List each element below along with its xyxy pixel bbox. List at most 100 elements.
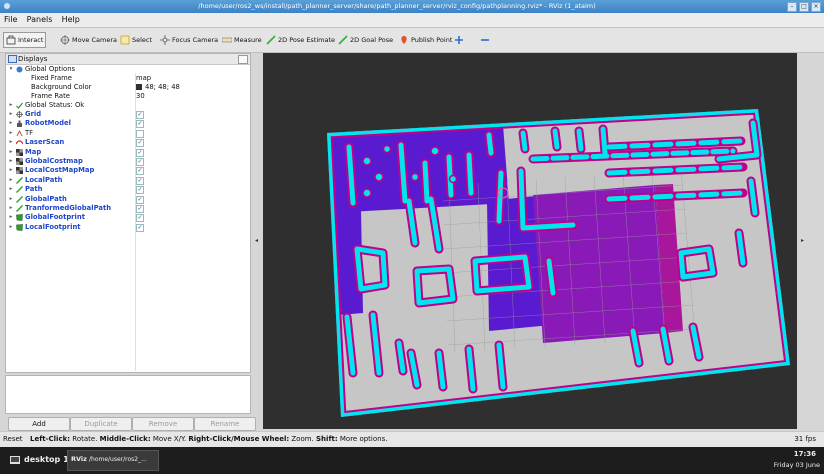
display-item-row[interactable]: ▸ LocalPath ✓ <box>6 176 250 185</box>
move-camera-icon <box>60 35 70 45</box>
right-splitter[interactable]: ▸ <box>797 53 824 429</box>
tool-measure[interactable]: Measure <box>222 33 262 47</box>
expand-arrow-icon[interactable]: ▸ <box>8 176 14 185</box>
display-enable-checkbox[interactable]: ✓ <box>136 214 144 223</box>
collapse-arrow-icon[interactable]: ▾ <box>8 65 14 74</box>
remove-button[interactable]: Remove <box>132 417 194 431</box>
desktop-label[interactable]: desktop 1 <box>24 455 69 464</box>
menu-file[interactable]: File <box>4 15 17 24</box>
global-options-label: Global Options <box>25 65 76 73</box>
hint-segment: More options. <box>337 435 388 443</box>
frame-rate-row[interactable]: Frame Rate 30 <box>6 92 250 101</box>
display-item-row[interactable]: ▸ TranformedGlobalPath ✓ <box>6 204 250 213</box>
displays-header: Displays <box>6 54 250 65</box>
display-enable-checkbox[interactable]: ✓ <box>136 139 144 148</box>
tree-row-global-options[interactable]: ▾ Global Options <box>6 65 250 74</box>
display-enable-checkbox[interactable]: ✓ <box>136 148 144 157</box>
expand-arrow-icon[interactable]: ▸ <box>8 195 14 204</box>
display-item-name: LocalCostMapMap <box>25 166 95 175</box>
background-color-row[interactable]: Background Color 48; 48; 48 <box>6 83 250 92</box>
display-enable-checkbox[interactable]: ✓ <box>136 186 144 195</box>
expand-arrow-icon[interactable]: ▸ <box>8 129 14 138</box>
menu-bar: File Panels Help <box>0 13 824 28</box>
background-color-label: Background Color <box>31 83 92 91</box>
close-icon[interactable]: × <box>811 2 821 12</box>
goal-pose-icon <box>338 35 348 45</box>
add-button[interactable]: Add <box>8 417 70 431</box>
expand-arrow-icon[interactable]: ▸ <box>8 110 14 119</box>
expand-arrow-icon[interactable]: ▸ <box>8 101 14 110</box>
tool-move-camera[interactable]: Move Camera <box>60 33 117 47</box>
expand-arrow-icon[interactable]: ▸ <box>8 213 14 222</box>
display-enable-checkbox[interactable] <box>136 129 144 138</box>
display-item-name: Path <box>25 185 43 194</box>
display-item-row[interactable]: ▸ LaserScan ✓ <box>6 138 250 148</box>
tool-2d-pose-estimate[interactable]: 2D Pose Estimate <box>266 33 335 47</box>
tool-interact[interactable]: Interact <box>3 32 47 48</box>
display-item-row[interactable]: ▸ Grid ✓ <box>6 110 250 119</box>
reset-button[interactable]: Reset <box>3 435 23 443</box>
rename-button[interactable]: Rename <box>194 417 256 431</box>
hint-segment: Middle-Click: <box>99 435 151 443</box>
expand-arrow-icon[interactable]: ▸ <box>8 185 14 194</box>
display-item-row[interactable]: ▸ Map ✓ <box>6 148 250 157</box>
costmap-view[interactable] <box>263 53 797 429</box>
fixed-frame-row[interactable]: Fixed Frame map <box>6 74 250 83</box>
float-panel-icon[interactable] <box>238 55 248 64</box>
display-item-row[interactable]: ▸ GlobalPath ✓ <box>6 195 250 204</box>
expand-arrow-icon[interactable]: ▸ <box>8 204 14 213</box>
tool-select[interactable]: Select <box>120 33 152 47</box>
display-enable-checkbox[interactable]: ✓ <box>136 223 144 232</box>
maximize-icon[interactable]: □ <box>799 2 809 12</box>
display-enable-checkbox[interactable]: ✓ <box>136 158 144 166</box>
expand-arrow-icon[interactable]: ▸ <box>8 166 14 175</box>
displays-title: Displays <box>18 55 48 63</box>
tool-publish-point[interactable]: Publish Point <box>399 33 452 47</box>
duplicate-button[interactable]: Duplicate <box>70 417 132 431</box>
display-item-name: Map <box>25 147 42 156</box>
display-enable-checkbox[interactable]: ✓ <box>136 205 144 213</box>
display-item-name: LocalFootprint <box>25 222 81 231</box>
menu-panels[interactable]: Panels <box>27 15 53 24</box>
taskbar-rviz-item[interactable]: RViz /home/user/ros2_... <box>67 450 159 471</box>
tf-icon <box>16 129 23 136</box>
rviz-logo-icon: RViz <box>71 455 87 463</box>
window-title-bar[interactable]: /home/user/ros2_ws/install/path_planner_… <box>0 0 824 13</box>
panel-splitter[interactable]: ◂ <box>254 53 262 429</box>
display-enable-checkbox[interactable]: ✓ <box>136 167 144 176</box>
expand-arrow-icon[interactable]: ▸ <box>8 119 14 128</box>
render-viewport[interactable] <box>263 53 797 429</box>
tool-focus-camera[interactable]: Focus Camera <box>160 33 218 47</box>
path-icon <box>16 186 23 194</box>
display-item-row[interactable]: ▸ LocalCostMapMap ✓ <box>6 166 250 176</box>
display-item-row[interactable]: ▸ GlobalFootprint ✓ <box>6 213 250 223</box>
collapse-right-icon[interactable]: ▸ <box>801 237 804 244</box>
expand-arrow-icon[interactable]: ▸ <box>8 138 14 147</box>
tool-2d-goal-pose[interactable]: 2D Goal Pose <box>338 33 393 47</box>
minimize-icon[interactable]: – <box>787 2 797 12</box>
display-enable-checkbox[interactable]: ✓ <box>136 176 144 185</box>
display-item-row[interactable]: ▸ RobotModel ✓ <box>6 119 250 129</box>
display-enable-checkbox[interactable]: ✓ <box>136 120 144 129</box>
select-icon <box>120 35 130 45</box>
display-item-row[interactable]: ▸ Path ✓ <box>6 185 250 195</box>
add-tool-button[interactable] <box>454 33 464 47</box>
fixed-frame-value[interactable]: map <box>136 74 151 83</box>
interaction-hint: Left-Click: Rotate. Middle-Click: Move X… <box>30 435 387 443</box>
background-color-value[interactable]: 48; 48; 48 <box>136 83 180 92</box>
tree-row-global-status[interactable]: ▸ Global Status: Ok <box>6 101 250 110</box>
remove-tool-button[interactable] <box>480 33 490 47</box>
menu-help[interactable]: Help <box>62 15 80 24</box>
display-item-row[interactable]: ▸ GlobalCostmap ✓ <box>6 157 250 166</box>
tool-2d-goal-pose-label: 2D Goal Pose <box>350 36 394 44</box>
display-enable-checkbox[interactable]: ✓ <box>136 111 144 119</box>
display-item-row[interactable]: ▸ LocalFootprint ✓ <box>6 223 250 232</box>
expand-arrow-icon[interactable]: ▸ <box>8 157 14 166</box>
taskbar: desktop 1 RViz /home/user/ros2_... 17:36… <box>0 447 824 474</box>
expand-arrow-icon[interactable]: ▸ <box>8 148 14 157</box>
frame-rate-value[interactable]: 30 <box>136 92 145 101</box>
collapse-left-icon[interactable]: ◂ <box>255 237 258 244</box>
display-item-row[interactable]: ▸ TF <box>6 129 250 138</box>
display-enable-checkbox[interactable]: ✓ <box>136 195 144 204</box>
expand-arrow-icon[interactable]: ▸ <box>8 223 14 232</box>
